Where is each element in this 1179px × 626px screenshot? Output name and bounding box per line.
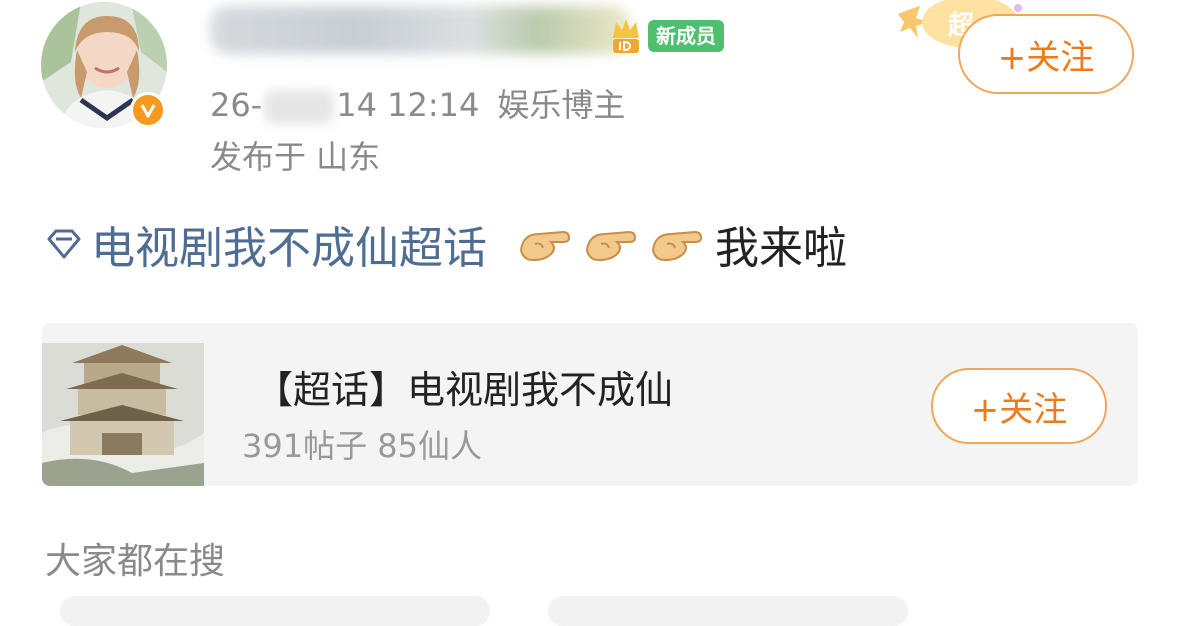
post-location: 发布于 山东 <box>210 138 381 176</box>
post-meta: 26- 14 12:14 娱乐博主 <box>210 80 625 126</box>
topic-thumbnail <box>42 323 204 486</box>
topic-link[interactable]: 电视剧我不成仙超话 <box>91 212 487 276</box>
user-role: 娱乐博主 <box>497 86 626 124</box>
emoji-group <box>517 220 705 268</box>
username-blurred[interactable] <box>210 6 630 54</box>
post-text: 我来啦 <box>715 223 847 274</box>
follow-topic-button[interactable]: +关注 <box>931 368 1107 444</box>
date-blur <box>264 90 335 124</box>
verified-icon <box>130 92 166 128</box>
topic-stats: 391帖子 85仙人 <box>242 427 482 465</box>
trending-search-title: 大家都在搜 <box>45 541 226 582</box>
search-suggestion-pill[interactable] <box>60 596 490 626</box>
search-suggestion-pill[interactable] <box>548 596 908 626</box>
super-topic-card[interactable]: 【超话】电视剧我不成仙 391帖子 85仙人 +关注 <box>42 323 1138 486</box>
post-date-start: 26- <box>210 86 263 124</box>
post-date-end: 14 12:14 <box>336 86 480 124</box>
pointing-hand-icon <box>651 230 703 262</box>
pointing-hand-icon <box>585 230 637 262</box>
crown-icon <box>613 19 639 53</box>
diamond-icon <box>47 229 81 259</box>
post-body: 电视剧我不成仙超话 我来啦 <box>45 212 847 276</box>
pointing-hand-icon <box>519 230 571 262</box>
topic-title: 【超话】电视剧我不成仙 <box>255 368 674 412</box>
new-member-badge: 新成员 <box>648 20 724 52</box>
follow-user-button[interactable]: +关注 <box>958 14 1134 94</box>
